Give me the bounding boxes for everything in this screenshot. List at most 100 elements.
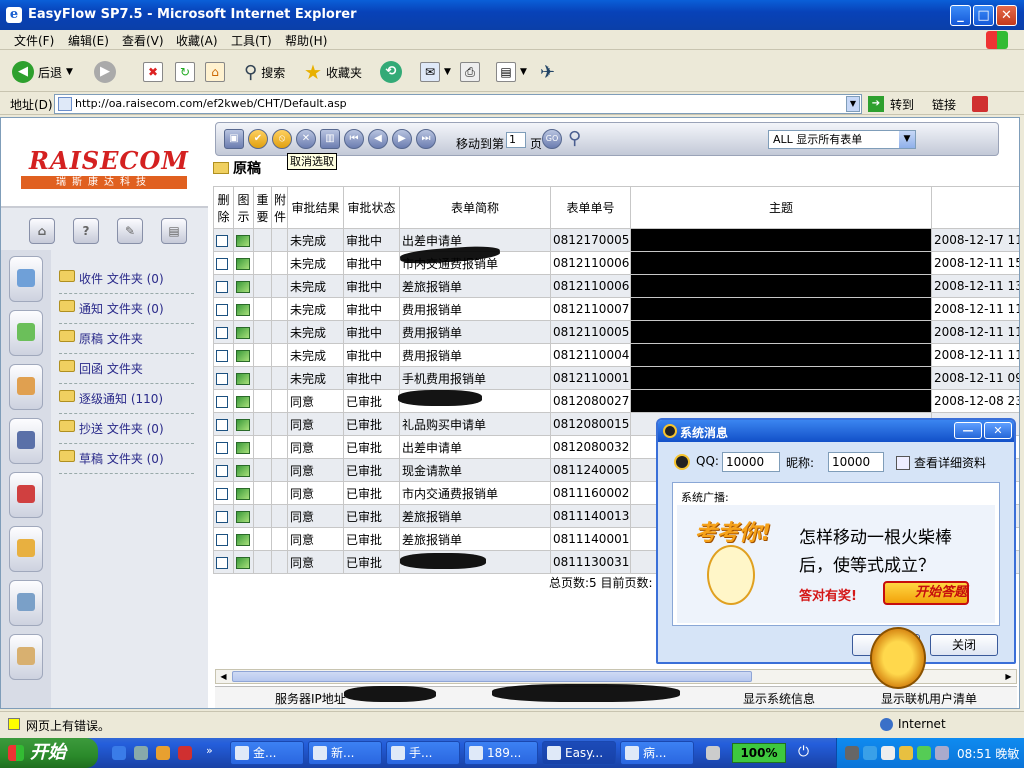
messenger-button[interactable]: ✈ <box>540 60 555 84</box>
menu-edit[interactable]: 编辑(E) <box>68 32 109 49</box>
history-button[interactable]: ⟲ <box>380 60 402 84</box>
row-form-no[interactable]: 0812110001 <box>550 366 631 390</box>
tab-stack[interactable] <box>9 526 43 572</box>
task-button[interactable]: 手... <box>386 741 460 765</box>
row-checkbox[interactable] <box>216 487 228 500</box>
quicklaunch-desktop-icon[interactable] <box>134 746 148 760</box>
table-row[interactable]: 未完成 审批中 费用报销单 0812110004 2008-12-11 11 <box>213 343 1019 367</box>
folder-notice[interactable]: 通知 文件夹 (0) <box>59 294 194 324</box>
row-form-no[interactable]: 0811240005 <box>550 458 631 482</box>
col-form-name[interactable]: 表单简称 <box>399 186 551 229</box>
minimize-button[interactable]: _ <box>950 5 971 26</box>
table-row[interactable]: 未完成 审批中 出差申请单 0812170005 2008-12-17 11 <box>213 228 1019 252</box>
row-form-name[interactable]: 差旅报销单 <box>399 527 551 551</box>
col-date[interactable] <box>931 186 1019 229</box>
stop-button[interactable]: ✖ <box>143 60 163 84</box>
home-button[interactable]: ⌂ <box>205 60 225 84</box>
quicklaunch-media-icon[interactable] <box>156 746 170 760</box>
forward-button[interactable]: ▶ <box>94 60 116 84</box>
col-status[interactable]: 审批状态 <box>343 186 400 229</box>
row-form-no[interactable]: 0812110004 <box>550 343 631 367</box>
links-button[interactable]: 链接 <box>932 96 956 113</box>
row-checkbox[interactable] <box>216 556 228 569</box>
tray-tree-icon[interactable] <box>917 746 931 760</box>
go-button[interactable]: 转到 <box>890 96 914 113</box>
tab-notes[interactable] <box>9 634 43 680</box>
row-select-cell[interactable] <box>213 389 234 413</box>
print-button[interactable]: ⎙ <box>460 60 480 84</box>
row-checkbox[interactable] <box>216 418 228 431</box>
row-checkbox[interactable] <box>216 349 228 362</box>
row-select-cell[interactable] <box>213 435 234 459</box>
row-subject[interactable] <box>630 389 932 413</box>
qq-number-field[interactable]: 10000 <box>722 452 780 472</box>
row-subject[interactable] <box>630 366 932 390</box>
row-form-no[interactable]: 0812080027 <box>550 389 631 413</box>
row-select-cell[interactable] <box>213 343 234 367</box>
quicklaunch-ie-icon[interactable] <box>112 746 126 760</box>
task-button[interactable]: 新... <box>308 741 382 765</box>
row-checkbox[interactable] <box>216 303 228 316</box>
col-delete[interactable]: 删除 <box>213 186 234 229</box>
menu-view[interactable]: 查看(V) <box>122 32 164 49</box>
row-select-cell[interactable] <box>213 504 234 528</box>
folder-cascade-notice[interactable]: 逐级通知 (110) <box>59 384 194 414</box>
row-form-name[interactable]: 费用报销单 <box>399 320 551 344</box>
col-icon[interactable]: 图示 <box>233 186 254 229</box>
nickname-field[interactable]: 10000 <box>828 452 884 472</box>
col-attachment[interactable]: 附件 <box>271 186 288 229</box>
page-number-input[interactable]: 1 <box>506 132 526 148</box>
tab-finance[interactable] <box>9 310 43 356</box>
view-details-link[interactable]: 查看详细资料 <box>914 454 986 471</box>
tab-mail[interactable] <box>9 256 43 302</box>
row-form-no[interactable]: 0811140013 <box>550 504 631 528</box>
first-page-icon[interactable]: ⏮ <box>344 129 364 149</box>
row-subject[interactable] <box>630 274 932 298</box>
quiz-ad[interactable]: 考考你! 怎样移动一根火柴棒 后，使等式成立？ 答对有奖! 开始答题 <box>677 505 995 623</box>
go-arrow-icon[interactable]: ➔ <box>868 96 884 112</box>
close-button[interactable]: ✕ <box>996 5 1017 26</box>
row-form-no[interactable]: 0811130031 <box>550 550 631 574</box>
row-checkbox[interactable] <box>216 326 228 339</box>
menu-file[interactable]: 文件(F) <box>14 32 54 49</box>
tab-write[interactable] <box>9 472 43 518</box>
show-online-users-link[interactable]: 显示联机用户清单 <box>881 690 977 707</box>
row-select-cell[interactable] <box>213 412 234 436</box>
row-select-cell[interactable] <box>213 228 234 252</box>
show-system-info-link[interactable]: 显示系统信息 <box>743 690 815 707</box>
tab-briefcase[interactable] <box>9 418 43 464</box>
approve-icon[interactable]: ✔ <box>248 129 268 149</box>
search-button[interactable]: ⚲ 搜索 <box>244 60 285 84</box>
trash-icon[interactable]: ▥ <box>320 129 340 149</box>
task-button[interactable]: 金... <box>230 741 304 765</box>
row-select-cell[interactable] <box>213 251 234 275</box>
address-input[interactable]: http://oa.raisecom.com/ef2kweb/CHT/Defau… <box>54 94 862 114</box>
menu-favorites[interactable]: 收藏(A) <box>176 32 218 49</box>
col-form-no[interactable]: 表单单号 <box>550 186 631 229</box>
row-checkbox[interactable] <box>216 510 228 523</box>
keyboard-icon[interactable] <box>706 746 720 760</box>
address-dropdown-icon[interactable]: ▼ <box>846 96 860 112</box>
quicklaunch-app-icon[interactable] <box>178 746 192 760</box>
power-plug-icon[interactable]: ⏻ <box>798 744 809 760</box>
row-subject[interactable] <box>630 251 932 275</box>
row-select-cell[interactable] <box>213 274 234 298</box>
row-subject[interactable] <box>630 228 932 252</box>
toolbar-extension-icon[interactable] <box>972 96 988 112</box>
tray-ie-icon[interactable] <box>863 746 877 760</box>
prev-page-icon[interactable]: ◀ <box>368 129 388 149</box>
row-form-no[interactable]: 0812080032 <box>550 435 631 459</box>
folder-draft[interactable]: 草稿 文件夹 (0) <box>59 444 194 474</box>
magnifier-icon[interactable]: ⚲ <box>568 128 581 149</box>
task-button-active[interactable]: Easy... <box>542 741 616 765</box>
cancel-select-icon[interactable]: ⦸ <box>272 129 292 149</box>
tab-window[interactable] <box>9 580 43 626</box>
battery-indicator[interactable]: 100% <box>732 743 786 763</box>
table-row[interactable]: 未完成 审批中 差旅报销单 0812110006 2008-12-11 13 <box>213 274 1019 298</box>
delete-icon[interactable]: ✕ <box>296 129 316 149</box>
tray-app-icon[interactable] <box>881 746 895 760</box>
row-form-no[interactable]: 0812110006 <box>550 274 631 298</box>
refresh-button[interactable]: ↻ <box>175 60 195 84</box>
scroll-thumb[interactable] <box>232 671 752 682</box>
popup-minimize-button[interactable]: — <box>954 422 982 439</box>
